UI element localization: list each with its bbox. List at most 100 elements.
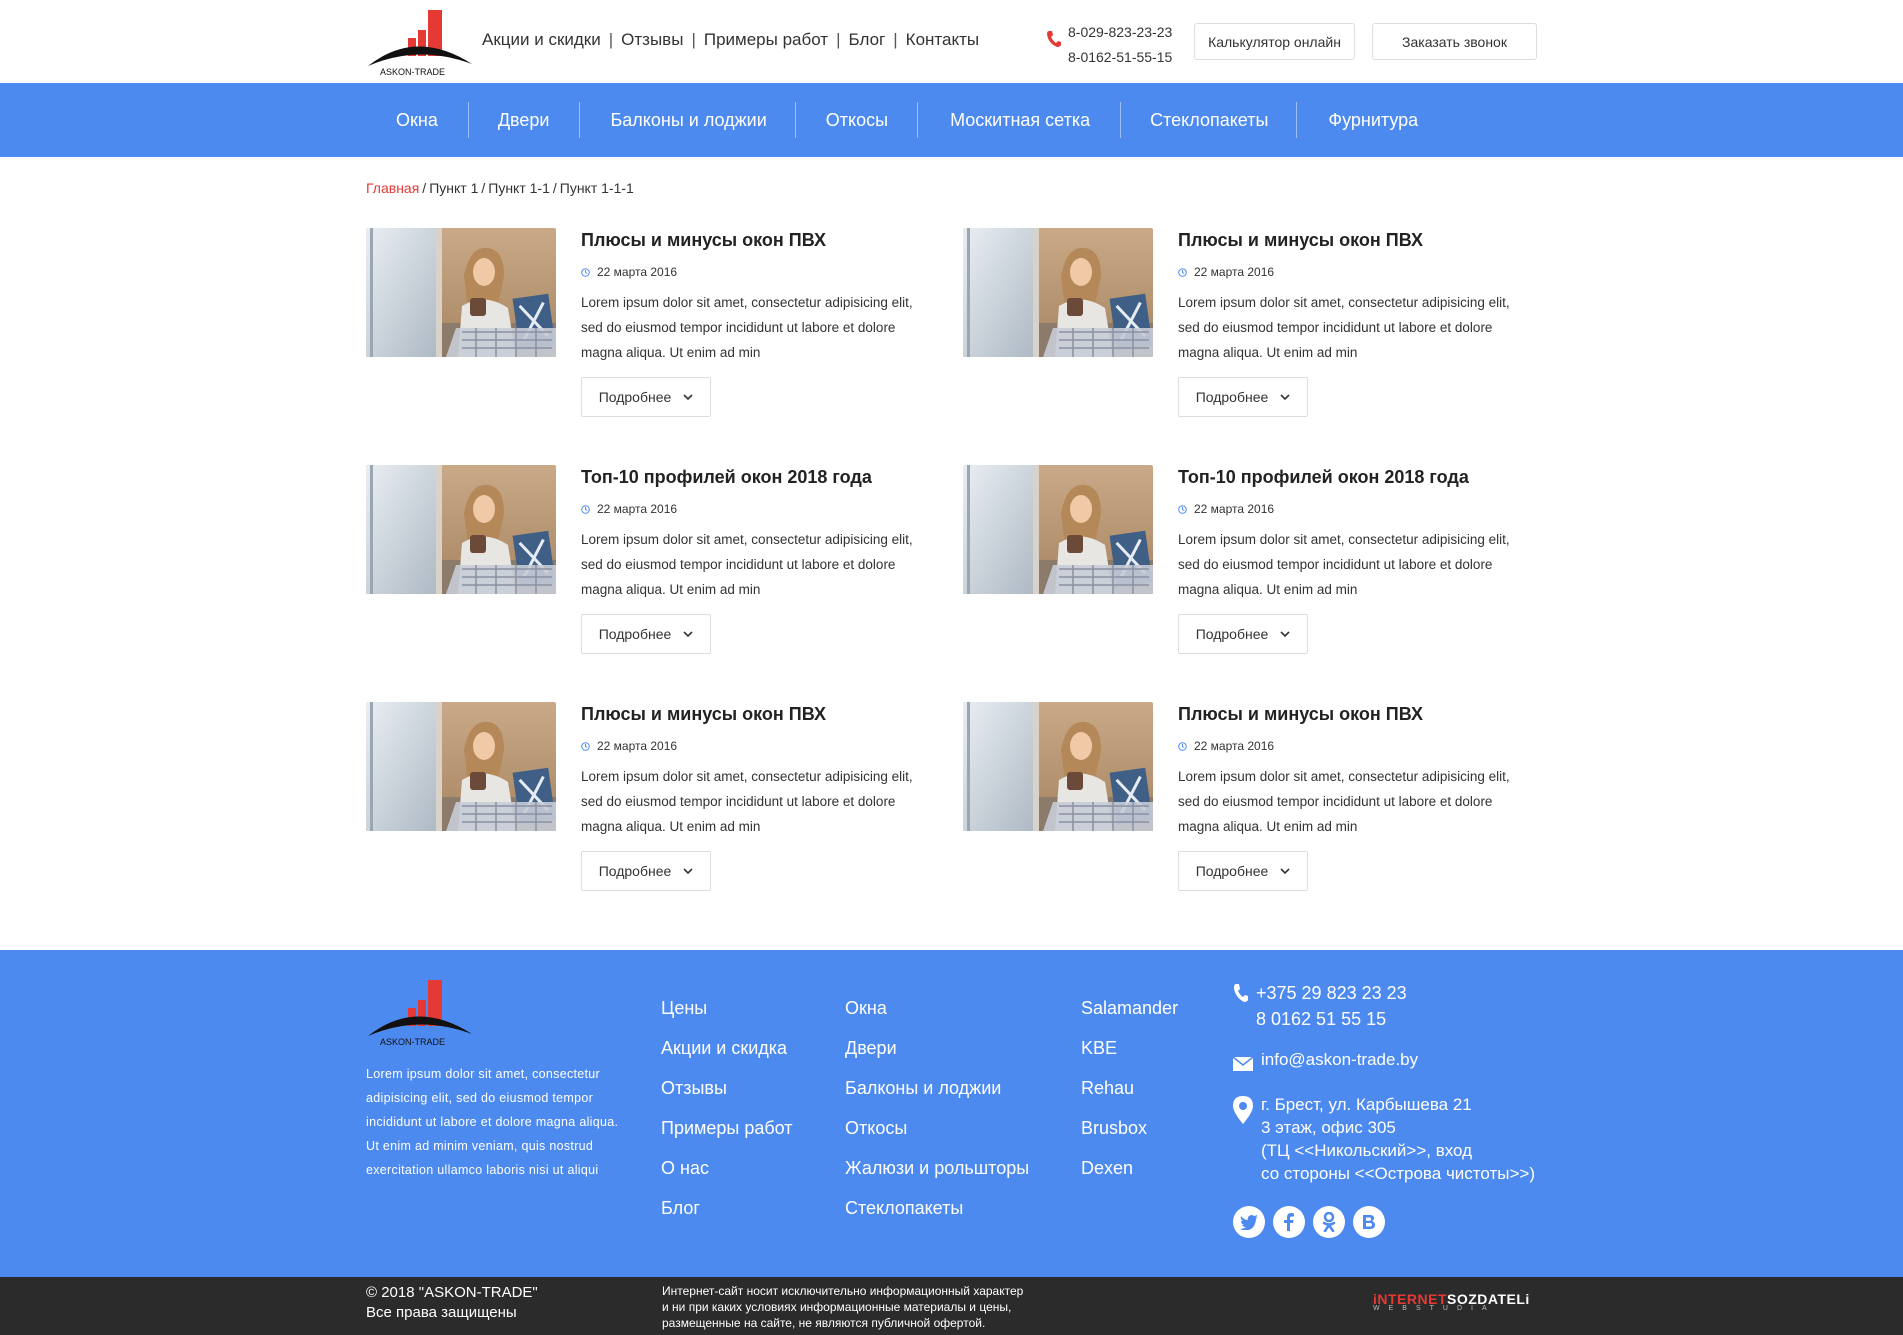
facebook-icon[interactable] bbox=[1273, 1206, 1305, 1238]
article-title[interactable]: Топ-10 профилей окон 2018 года bbox=[581, 467, 872, 488]
article-image[interactable] bbox=[366, 465, 556, 594]
article-image[interactable] bbox=[366, 228, 556, 357]
askon-trade-logo[interactable]: ASKON-TRADE bbox=[366, 8, 474, 78]
article-image[interactable] bbox=[963, 228, 1153, 357]
footer-link[interactable]: О нас bbox=[661, 1148, 793, 1188]
footer-link[interactable]: Окна bbox=[845, 988, 1029, 1028]
topnav-link-sales[interactable]: Акции и скидки bbox=[482, 30, 601, 50]
chevron-down-icon bbox=[1280, 630, 1290, 637]
footer-description: Lorem ipsum dolor sit amet, consectetur … bbox=[366, 1067, 619, 1177]
mainnav-item-doors[interactable]: Двери bbox=[467, 83, 580, 157]
site-header: ASKON-TRADE Акции и скидки | Отзывы | Прим… bbox=[0, 0, 1903, 83]
article-card: Плюсы и минусы окон ПВХ 22 марта 2016 Lo… bbox=[366, 228, 926, 418]
clock-icon bbox=[1178, 504, 1187, 514]
footer-link[interactable]: Salamander bbox=[1081, 988, 1178, 1028]
footer-col-info: Цены Акции и скидка Отзывы Примеры работ… bbox=[661, 988, 793, 1228]
breadcrumb-current: Пункт 1-1-1 bbox=[559, 180, 634, 196]
footer-link[interactable]: Отзывы bbox=[661, 1068, 793, 1108]
copyright: © 2018 "ASKON-TRADE" Все права защищены bbox=[366, 1284, 538, 1321]
header-phone-2[interactable]: 8-0162-51-55-15 bbox=[1068, 45, 1172, 70]
article-card: Топ-10 профилей окон 2018 года 22 марта … bbox=[963, 465, 1523, 655]
footer-link[interactable]: Блог bbox=[661, 1188, 793, 1228]
developer-logo[interactable]: iNTERNETSOZDATELi WEBSTUDIA bbox=[1373, 1291, 1530, 1312]
article-date: 22 марта 2016 bbox=[581, 739, 677, 753]
footer-link[interactable]: Двери bbox=[845, 1028, 1029, 1068]
chevron-down-icon bbox=[683, 867, 693, 874]
footer-logo[interactable]: ASKON-TRADE bbox=[366, 978, 474, 1048]
article-title[interactable]: Плюсы и минусы окон ПВХ bbox=[1178, 230, 1423, 251]
footer-link[interactable]: Brusbox bbox=[1081, 1108, 1178, 1148]
article-title[interactable]: Плюсы и минусы окон ПВХ bbox=[1178, 704, 1423, 725]
topnav-link-blog[interactable]: Блог bbox=[849, 30, 886, 50]
footer-col-products: Окна Двери Балконы и лоджии Откосы Жалюз… bbox=[845, 988, 1029, 1228]
header-phones: 8-029-823-23-23 8-0162-51-55-15 bbox=[1068, 20, 1172, 70]
social-links bbox=[1233, 1206, 1393, 1238]
footer-link[interactable]: Балконы и лоджии bbox=[845, 1068, 1029, 1108]
clock-icon bbox=[581, 504, 590, 514]
article-card: Плюсы и минусы окон ПВХ 22 марта 2016 Lo… bbox=[963, 228, 1523, 418]
logo-text: ASKON-TRADE bbox=[380, 67, 445, 77]
footer-link[interactable]: Акции и скидка bbox=[661, 1028, 793, 1068]
article-date: 22 марта 2016 bbox=[1178, 739, 1274, 753]
top-nav: Акции и скидки | Отзывы | Примеры работ | Б… bbox=[482, 30, 980, 50]
mainnav-item-windows[interactable]: Окна bbox=[366, 83, 468, 157]
calculator-button[interactable]: Калькулятор онлайн bbox=[1194, 23, 1355, 60]
article-image[interactable] bbox=[366, 702, 556, 831]
breadcrumb-home[interactable]: Главная bbox=[366, 180, 419, 196]
footer-email[interactable]: info@askon-trade.by bbox=[1261, 1050, 1418, 1070]
footer-address: г. Брест, ул. Карбышева 21 3 этаж, офис … bbox=[1261, 1095, 1536, 1183]
footer-link[interactable]: Откосы bbox=[845, 1108, 1029, 1148]
footer-link[interactable]: Rehau bbox=[1081, 1068, 1178, 1108]
footer-phone-1[interactable]: +375 29 823 23 23 bbox=[1256, 980, 1407, 1006]
article-card: Топ-10 профилей окон 2018 года 22 марта … bbox=[366, 465, 926, 655]
article-title[interactable]: Топ-10 профилей окон 2018 года bbox=[1178, 467, 1469, 488]
footer-link[interactable]: Примеры работ bbox=[661, 1108, 793, 1148]
more-button[interactable]: Подробнее bbox=[1178, 851, 1308, 891]
mainnav-item-balconies[interactable]: Балконы и лоджии bbox=[579, 83, 794, 157]
twitter-icon[interactable] bbox=[1233, 1206, 1265, 1238]
header-phone-1[interactable]: 8-029-823-23-23 bbox=[1068, 20, 1172, 45]
article-excerpt: Lorem ipsum dolor sit amet, consectetur … bbox=[1178, 532, 1510, 597]
more-button[interactable]: Подробнее bbox=[1178, 377, 1308, 417]
mainnav-item-fittings[interactable]: Фурнитура bbox=[1296, 83, 1448, 157]
breadcrumb-item[interactable]: Пункт 1-1 bbox=[488, 180, 550, 196]
article-excerpt: Lorem ipsum dolor sit amet, consectetur … bbox=[1178, 295, 1510, 360]
footer-link[interactable]: Стеклопакеты bbox=[845, 1188, 1029, 1228]
breadcrumb-item[interactable]: Пункт 1 bbox=[429, 180, 478, 196]
order-call-button[interactable]: Заказать звонок bbox=[1372, 23, 1537, 60]
article-date: 22 марта 2016 bbox=[1178, 502, 1274, 516]
topnav-link-reviews[interactable]: Отзывы bbox=[621, 30, 683, 50]
breadcrumb: Главная / Пункт 1/Пункт 1-1/Пункт 1-1-1 bbox=[366, 180, 634, 196]
article-date: 22 марта 2016 bbox=[581, 265, 677, 279]
vk-icon[interactable] bbox=[1353, 1206, 1385, 1238]
more-button[interactable]: Подробнее bbox=[581, 851, 711, 891]
bottom-bar: © 2018 "ASKON-TRADE" Все права защищены … bbox=[0, 1277, 1903, 1335]
article-card: Плюсы и минусы окон ПВХ 22 марта 2016 Lo… bbox=[963, 702, 1523, 892]
mainnav-item-glass-units[interactable]: Стеклопакеты bbox=[1120, 83, 1296, 157]
location-pin-icon bbox=[1233, 1096, 1253, 1124]
footer-link[interactable]: Жалюзи и рольшторы bbox=[845, 1148, 1029, 1188]
footer-col-brands: Salamander KBE Rehau Brusbox Dexen bbox=[1081, 988, 1178, 1188]
mainnav-item-mosquito-net[interactable]: Москитная сетка bbox=[917, 83, 1120, 157]
more-button[interactable]: Подробнее bbox=[1178, 614, 1308, 654]
article-image[interactable] bbox=[963, 702, 1153, 831]
topnav-link-contacts[interactable]: Контакты bbox=[906, 30, 979, 50]
more-button[interactable]: Подробнее bbox=[581, 377, 711, 417]
footer-link[interactable]: Dexen bbox=[1081, 1148, 1178, 1188]
footer-link[interactable]: KBE bbox=[1081, 1028, 1178, 1068]
chevron-down-icon bbox=[1280, 867, 1290, 874]
more-button[interactable]: Подробнее bbox=[581, 614, 711, 654]
odnoklassniki-icon[interactable] bbox=[1313, 1206, 1345, 1238]
clock-icon bbox=[581, 267, 590, 277]
article-date: 22 марта 2016 bbox=[1178, 265, 1274, 279]
article-title[interactable]: Плюсы и минусы окон ПВХ bbox=[581, 704, 826, 725]
topnav-link-works[interactable]: Примеры работ bbox=[704, 30, 828, 50]
chevron-down-icon bbox=[683, 630, 693, 637]
article-title[interactable]: Плюсы и минусы окон ПВХ bbox=[581, 230, 826, 251]
article-image[interactable] bbox=[963, 465, 1153, 594]
article-date: 22 марта 2016 bbox=[581, 502, 677, 516]
footer-phone-2[interactable]: 8 0162 51 55 15 bbox=[1256, 1006, 1407, 1032]
article-excerpt: Lorem ipsum dolor sit amet, consectetur … bbox=[581, 769, 913, 834]
mainnav-item-slopes[interactable]: Откосы bbox=[794, 83, 917, 157]
footer-link[interactable]: Цены bbox=[661, 988, 793, 1028]
